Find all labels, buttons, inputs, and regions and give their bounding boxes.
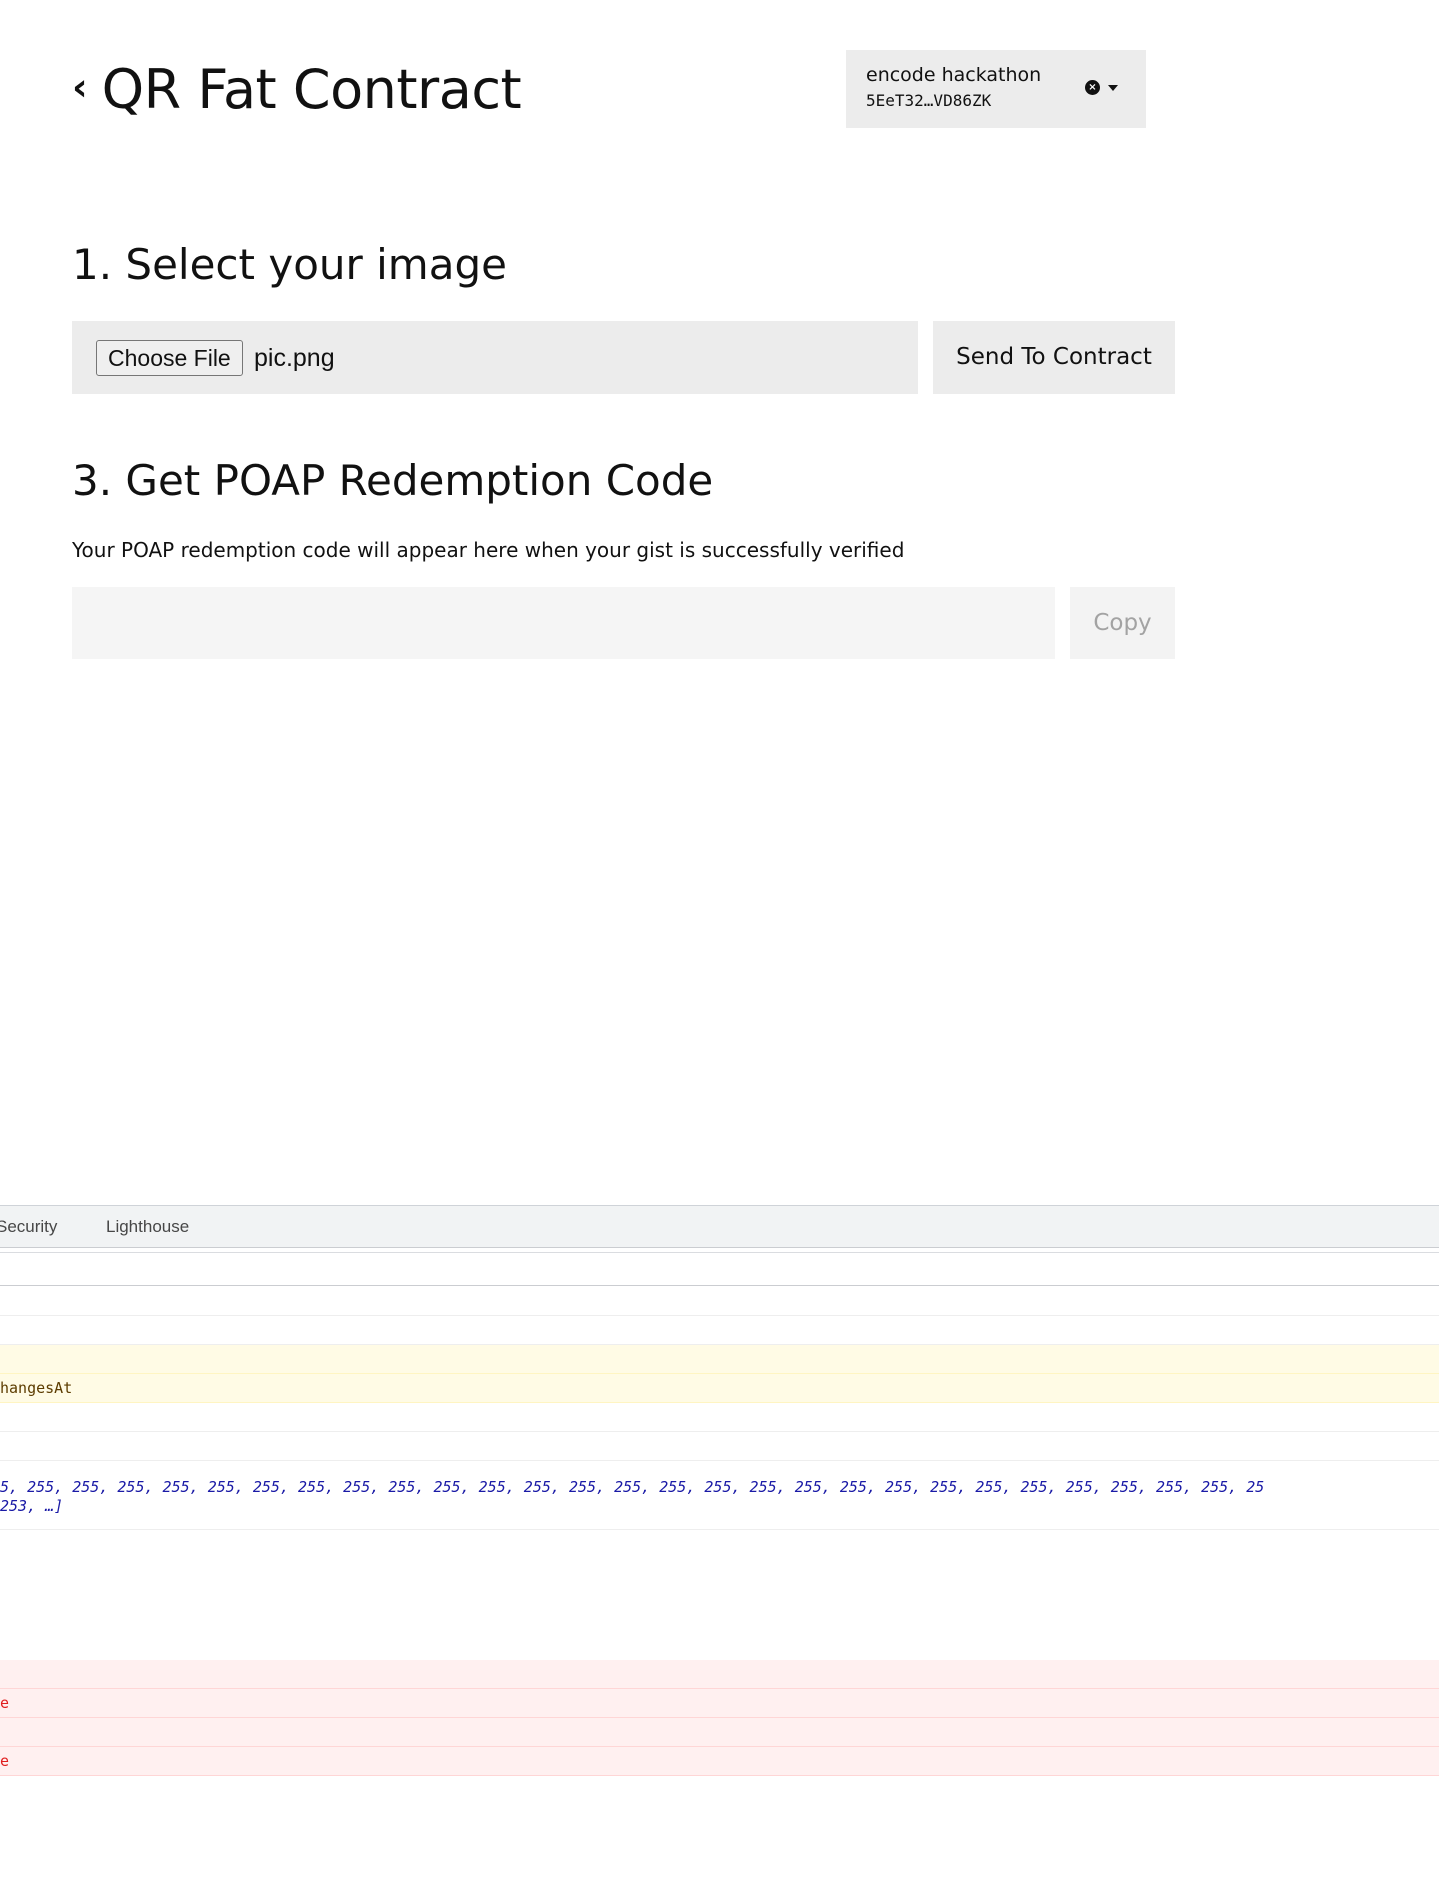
console-row xyxy=(0,1432,1439,1461)
console-row xyxy=(0,1287,1439,1316)
redemption-description: Your POAP redemption code will appear he… xyxy=(72,538,905,562)
redemption-code-field[interactable] xyxy=(72,587,1055,659)
console-error-row xyxy=(0,1718,1439,1747)
console-error-row: e xyxy=(0,1747,1439,1776)
selected-file-name: pic.png xyxy=(254,344,335,372)
devtools-divider xyxy=(0,1252,1439,1253)
account-controls: × xyxy=(1085,80,1118,95)
console-log-row: 5, 255, 255, 255, 255, 255, 255, 255, 25… xyxy=(0,1461,1439,1530)
console-warning-row: hangesAt xyxy=(0,1374,1439,1403)
page: ‹ QR Fat Contract encode hackathon 5EeT3… xyxy=(0,0,1439,1900)
console-error-text: e xyxy=(0,1694,10,1712)
console-warning-text: hangesAt xyxy=(0,1379,73,1397)
console-array-line: 253, …] xyxy=(0,1497,64,1515)
console-toolbar xyxy=(0,1256,1439,1286)
step3-title: 3. Get POAP Redemption Code xyxy=(72,456,714,505)
tab-lighthouse[interactable]: Lighthouse xyxy=(106,1206,189,1248)
devtools-tabbar: Security Lighthouse xyxy=(0,1206,1439,1248)
file-input[interactable]: Choose File pic.png xyxy=(72,321,918,394)
console-error-row xyxy=(0,1660,1439,1689)
page-header: ‹ QR Fat Contract xyxy=(72,58,522,121)
page-title: QR Fat Contract xyxy=(101,58,522,121)
console-error-text: e xyxy=(0,1752,10,1770)
caret-down-icon[interactable] xyxy=(1108,84,1118,91)
console-array-line: 5, 255, 255, 255, 255, 255, 255, 255, 25… xyxy=(0,1478,1265,1496)
console-row xyxy=(0,1316,1439,1345)
console-row xyxy=(0,1403,1439,1432)
console-warning-row xyxy=(0,1345,1439,1374)
choose-file-button[interactable]: Choose File xyxy=(96,340,243,376)
clear-icon[interactable]: × xyxy=(1085,80,1100,95)
chevron-left-icon[interactable]: ‹ xyxy=(72,68,88,106)
console-error-row: e xyxy=(0,1689,1439,1718)
step1-title: 1. Select your image xyxy=(72,240,507,289)
send-to-contract-button[interactable]: Send To Contract xyxy=(933,321,1175,394)
devtools-panel: Security Lighthouse hangesAt 5, 255, 255… xyxy=(0,1205,1439,1900)
account-selector[interactable]: encode hackathon 5EeT32…VD86ZK × xyxy=(846,50,1146,128)
tab-security[interactable]: Security xyxy=(0,1206,57,1248)
copy-button[interactable]: Copy xyxy=(1070,587,1175,659)
